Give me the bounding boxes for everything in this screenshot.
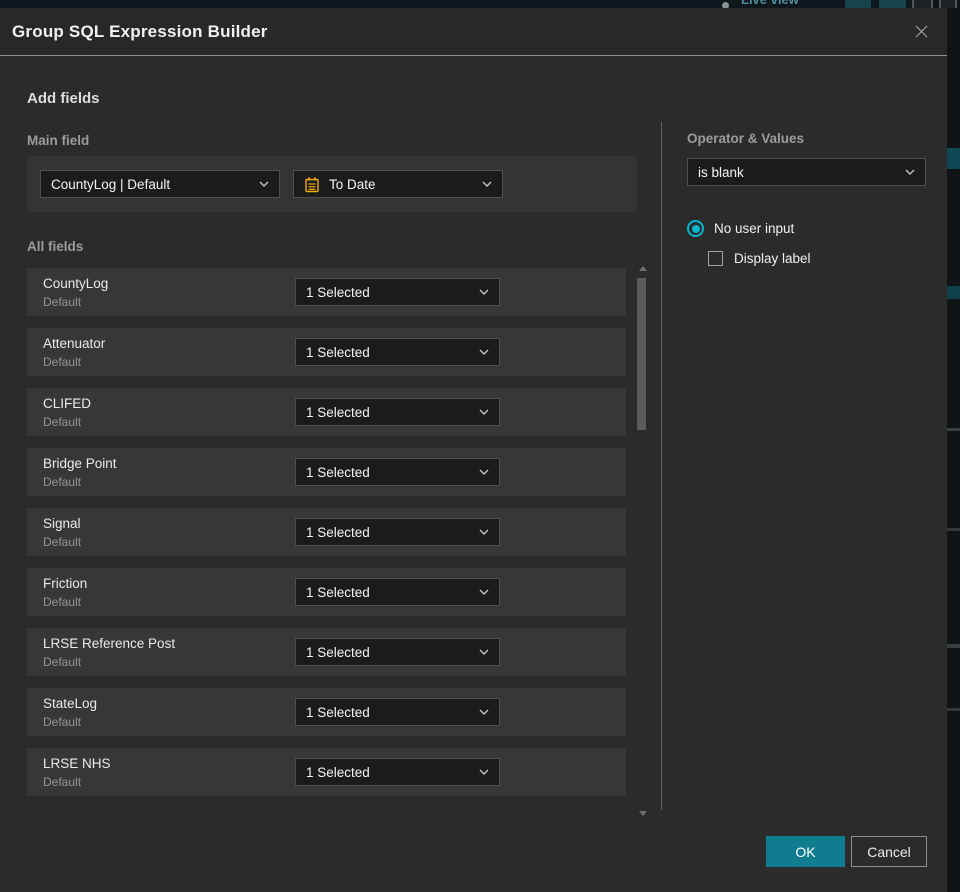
operator-dropdown[interactable]: is blank	[687, 158, 926, 186]
field-row: Signal Default 1 Selected	[27, 508, 626, 556]
operator-values-label: Operator & Values	[687, 131, 805, 146]
chevron-down-icon	[479, 289, 489, 295]
field-selection-dropdown[interactable]: 1 Selected	[295, 278, 500, 306]
field-row: CLIFED Default 1 Selected	[27, 388, 626, 436]
field-subtitle: Default	[43, 475, 82, 489]
dialog-title-bar: Group SQL Expression Builder	[0, 8, 947, 56]
field-name: StateLog	[43, 696, 98, 711]
dialog-title: Group SQL Expression Builder	[12, 21, 268, 41]
field-name: LRSE NHS	[43, 756, 111, 771]
main-field-dropdown-value: CountyLog | Default	[51, 176, 171, 192]
scroll-up-icon[interactable]	[639, 266, 647, 271]
field-name: Friction	[43, 576, 88, 591]
background-toolbar-button	[879, 0, 906, 8]
field-selection-dropdown[interactable]: 1 Selected	[295, 398, 500, 426]
field-subtitle: Default	[43, 655, 82, 669]
chevron-down-icon	[479, 649, 489, 655]
display-label-checkbox[interactable]: Display label	[708, 251, 811, 266]
chevron-down-icon	[479, 529, 489, 535]
cancel-button[interactable]: Cancel	[851, 836, 927, 867]
background-edge-block	[947, 148, 960, 169]
background-app-top-strip: Live view	[0, 0, 960, 8]
field-selection-dropdown[interactable]: 1 Selected	[295, 338, 500, 366]
main-field-dropdown[interactable]: CountyLog | Default	[40, 170, 280, 198]
date-field-dropdown-value: To Date	[329, 176, 376, 192]
field-selection-dropdown[interactable]: 1 Selected	[295, 698, 500, 726]
all-fields-list: CountyLog Default 1 Selected Attenuator …	[27, 268, 626, 808]
field-selection-dropdown[interactable]: 1 Selected	[295, 638, 500, 666]
field-subtitle: Default	[43, 775, 82, 789]
field-subtitle: Default	[43, 595, 82, 609]
chevron-down-icon	[479, 769, 489, 775]
field-subtitle: Default	[43, 415, 82, 429]
field-subtitle: Default	[43, 295, 82, 309]
display-label-label: Display label	[734, 251, 811, 266]
chevron-down-icon	[479, 589, 489, 595]
chevron-down-icon	[905, 169, 915, 175]
field-name: Signal	[43, 516, 81, 531]
list-scrollbar[interactable]	[637, 266, 647, 816]
checkbox-unchecked-icon	[708, 251, 723, 266]
background-toolbar-button	[912, 0, 933, 8]
field-row: LRSE NHS Default 1 Selected	[27, 748, 626, 796]
group-sql-expression-builder-dialog: Group SQL Expression Builder Add fields …	[0, 8, 947, 892]
field-selection-dropdown[interactable]: 1 Selected	[295, 758, 500, 786]
ok-button[interactable]: OK	[766, 836, 845, 867]
field-row: LRSE Reference Post Default 1 Selected	[27, 628, 626, 676]
radio-selected-icon	[687, 220, 704, 237]
field-row: Friction Default 1 Selected	[27, 568, 626, 616]
calendar-icon	[304, 176, 320, 193]
background-app-right-strip	[947, 8, 960, 892]
date-field-dropdown[interactable]: To Date	[293, 170, 503, 198]
field-selection-dropdown[interactable]: 1 Selected	[295, 458, 500, 486]
field-subtitle: Default	[43, 355, 82, 369]
main-field-label: Main field	[27, 133, 90, 148]
background-toolbar-button	[845, 0, 871, 8]
all-fields-label: All fields	[27, 239, 84, 254]
vertical-divider	[661, 122, 662, 810]
operator-dropdown-value: is blank	[698, 164, 744, 180]
field-selection-dropdown[interactable]: 1 Selected	[295, 518, 500, 546]
no-user-input-radio[interactable]: No user input	[687, 220, 794, 237]
main-field-panel: CountyLog | Default To Date	[27, 156, 637, 212]
live-view-label: Live view	[741, 0, 799, 7]
scroll-down-icon[interactable]	[639, 811, 647, 816]
screen: Live view Group SQL Expression Builder A…	[0, 0, 960, 892]
field-row: Attenuator Default 1 Selected	[27, 328, 626, 376]
close-icon[interactable]	[911, 22, 931, 42]
field-name: Bridge Point	[43, 456, 117, 471]
chevron-down-icon	[479, 469, 489, 475]
field-selection-dropdown[interactable]: 1 Selected	[295, 578, 500, 606]
field-name: LRSE Reference Post	[43, 636, 176, 651]
chevron-down-icon	[482, 181, 492, 187]
add-fields-heading: Add fields	[27, 90, 100, 107]
field-name: CountyLog	[43, 276, 109, 291]
field-row: CountyLog Default 1 Selected	[27, 268, 626, 316]
background-edge-block	[947, 428, 960, 431]
background-edge-block	[947, 708, 960, 711]
chevron-down-icon	[479, 709, 489, 715]
field-subtitle: Default	[43, 715, 82, 729]
field-subtitle: Default	[43, 535, 82, 549]
scrollbar-thumb[interactable]	[637, 278, 646, 430]
no-user-input-label: No user input	[714, 221, 795, 236]
chevron-down-icon	[479, 349, 489, 355]
field-name: Attenuator	[43, 336, 106, 351]
background-edge-block	[947, 528, 960, 531]
background-edge-block	[947, 644, 960, 648]
background-toolbar-button	[939, 0, 957, 8]
field-name: CLIFED	[43, 396, 92, 411]
chevron-down-icon	[259, 181, 269, 187]
field-row: Bridge Point Default 1 Selected	[27, 448, 626, 496]
chevron-down-icon	[479, 409, 489, 415]
background-edge-block	[947, 286, 960, 299]
field-row: StateLog Default 1 Selected	[27, 688, 626, 736]
